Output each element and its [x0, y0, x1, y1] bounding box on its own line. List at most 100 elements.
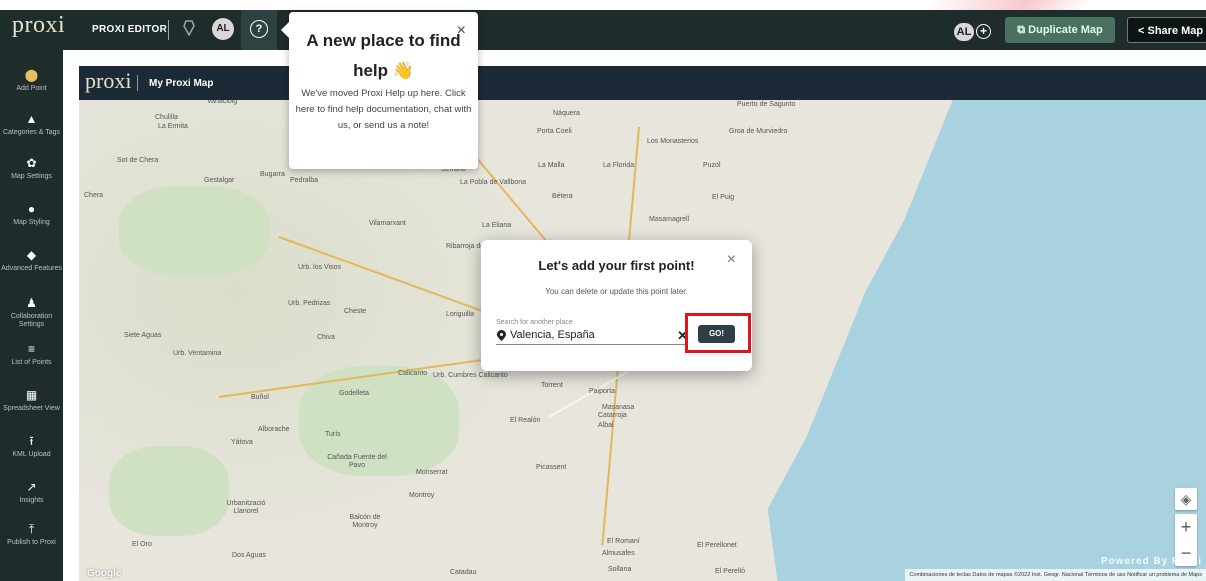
crosshair-icon: ◈ [1180, 491, 1192, 507]
town-label: Urb. Cumbres Calicanto [433, 372, 508, 379]
publish-icon: ⤒ [28, 522, 35, 536]
town-label: Monserrat [416, 469, 448, 476]
sidebar-item-list-of-points[interactable]: ≡ List of Points [0, 342, 63, 367]
town-label: Siete Aguas [124, 332, 162, 339]
sidebar-item-collaboration[interactable]: ♟ Collaboration Settings [0, 296, 63, 329]
town-label: Picassent [536, 464, 567, 471]
highlight-box [685, 313, 751, 353]
tags-icon: ◆ [26, 248, 37, 262]
sidebar-item-map-styling[interactable]: ● Map Styling [0, 202, 63, 227]
town-label: Puerto de Sagunto [737, 101, 796, 108]
sidebar-item-label: Categories & Tags [2, 129, 61, 136]
sidebar-item-advanced[interactable]: ◆ Advanced Features [0, 248, 63, 273]
town-label: Sollana [608, 566, 632, 573]
duplicate-map-label: Duplicate Map [1028, 24, 1103, 36]
share-map-label: Share Map [1147, 25, 1204, 37]
town-label: Pedralba [290, 177, 319, 184]
town-label: Buñol [251, 394, 269, 401]
powered-by-proxi: Powered By Proxi [1100, 556, 1202, 567]
town-label: Masamagrell [649, 216, 690, 223]
sidebar-item-insights[interactable]: ↗ Insights [0, 480, 63, 505]
town-label: Cheste [344, 308, 367, 315]
town-label: La Ermita [158, 123, 188, 130]
list-icon: ≡ [27, 342, 35, 356]
question-circle-icon: ? [250, 20, 268, 38]
sidebar-item-label: Map Settings [11, 173, 52, 180]
sidebar-item-publish[interactable]: ⤒ Publish to Proxi [0, 522, 63, 547]
sidebar-item-add-point[interactable]: ⬤ Add Point [0, 68, 63, 93]
town-label: La Malla [538, 162, 565, 169]
top-strip [0, 0, 1206, 14]
user-plus-icon: ♟ [26, 296, 37, 310]
town-label: Balcón de Montroy [349, 514, 381, 529]
sidebar: ⬤ Add Point ▲ Categories & Tags ✿ Map Setti… [0, 50, 63, 581]
town-label: Calicanto [398, 370, 428, 377]
map-attribution[interactable]: Combinaciones de teclas Datos de mapas ©… [905, 569, 1206, 581]
town-label: Paiporta [589, 388, 616, 395]
town-label: Gestalgar [204, 177, 235, 184]
town-label: Turís [325, 431, 341, 438]
sidebar-item-kml-upload[interactable]: ⭱ KML Upload [0, 434, 63, 459]
town-label: Torrent [541, 382, 563, 389]
sidebar-item-label: Publish to Proxi [7, 539, 56, 546]
sidebar-item-label: Insights [19, 497, 44, 504]
sidebar-item-label: KML Upload [12, 451, 51, 458]
search-value: Valencia, España [510, 329, 595, 341]
gear-icon: ✿ [26, 156, 37, 170]
town-label: Bétera [552, 193, 573, 200]
user-avatar[interactable]: AL [212, 18, 234, 40]
sidebar-item-map-settings[interactable]: ✿ Map Settings [0, 156, 63, 181]
town-label: Groa de Murviedro [729, 128, 788, 135]
town-label: El Perelló [715, 568, 745, 575]
map-pin-plus-icon: ⬤ [24, 68, 39, 82]
help-popup-body: We've moved Proxi Help up here. Click he… [295, 88, 472, 131]
green-area [109, 446, 229, 536]
divider [137, 75, 138, 91]
town-label: Puzol [703, 162, 721, 169]
map-logo: proxi [85, 68, 132, 93]
town-label: Yátova [231, 439, 253, 446]
town-label: Montroy [409, 492, 435, 499]
duplicate-map-button[interactable]: ⧉ Duplicate Map [1005, 17, 1115, 43]
help-button[interactable]: ? [241, 10, 277, 50]
town-label: Los Monasterios [647, 138, 699, 145]
sidebar-item-label: Spreadsheet View [3, 405, 60, 412]
town-label: Catarroja [598, 412, 627, 419]
my-location-button[interactable]: ◈ [1175, 488, 1197, 510]
town-label: El Realón [510, 417, 541, 424]
town-label: Chulilla [155, 114, 178, 121]
town-label: Vilamarxant [369, 220, 406, 227]
map-header: proxi My Proxi Map [79, 66, 1206, 100]
help-popup-title: A new place to find help 👋 [306, 31, 461, 80]
town-label: El Perellonet [697, 542, 737, 549]
zoom-in-button[interactable]: + [1175, 514, 1197, 540]
tag-icon[interactable] [183, 20, 195, 39]
sidebar-item-label: Map Styling [13, 219, 50, 226]
sidebar-item-categories[interactable]: ▲ Categories & Tags [0, 112, 63, 137]
sidebar-item-label: List of Points [11, 359, 52, 366]
town-label: El Oro [132, 541, 152, 548]
town-label: El Puig [712, 194, 735, 201]
town-label: Masanasa [602, 404, 635, 411]
collaborators[interactable]: AL + [954, 23, 991, 41]
modal-title: Let's add your first point! [538, 258, 695, 273]
shapes-icon: ▲ [25, 112, 38, 126]
proxi-logo[interactable]: proxi [12, 12, 65, 39]
map-pin-icon [497, 330, 506, 344]
town-label: Urbanització Llanorel [226, 500, 266, 515]
town-label: Porta Coeli [537, 128, 572, 135]
town-label: La Florida [603, 162, 635, 169]
search-input[interactable]: Valencia, España ✕ [496, 328, 688, 345]
sidebar-item-spreadsheet[interactable]: ▦ Spreadsheet View [0, 388, 63, 413]
add-collaborator-icon[interactable]: + [976, 24, 991, 39]
share-map-button[interactable]: < Share Map [1127, 17, 1206, 43]
modal-subtitle: You can delete or update this point late… [545, 287, 688, 296]
town-label: Almusafes [602, 550, 635, 557]
town-label: Catadau [450, 569, 477, 576]
town-label: Albal [598, 422, 614, 429]
town-label: Náquera [553, 110, 580, 117]
collaborator-avatar: AL [954, 23, 974, 41]
sidebar-item-label: Add Point [16, 85, 47, 92]
sidebar-item-label: Collaboration Settings [10, 313, 53, 328]
town-label: Urb. Ventamina [173, 350, 222, 357]
